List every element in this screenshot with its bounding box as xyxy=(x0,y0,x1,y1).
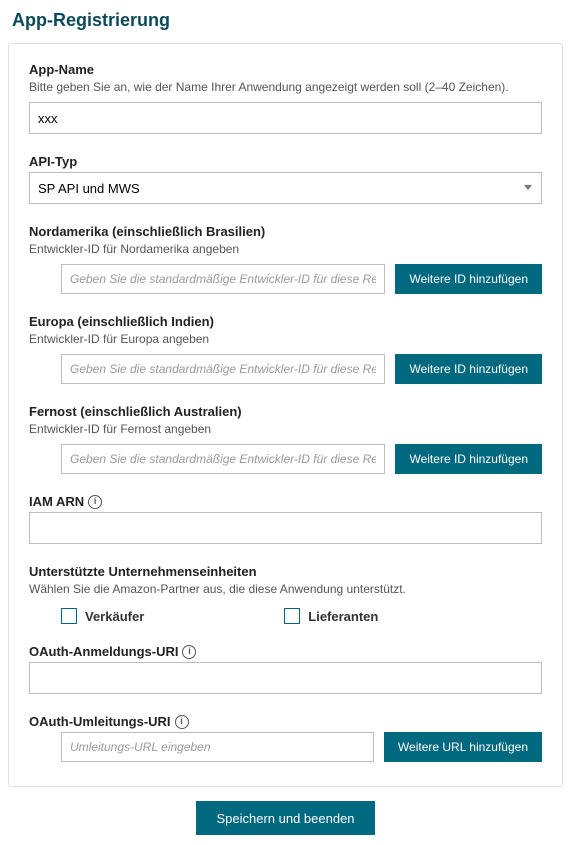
info-icon[interactable]: i xyxy=(175,715,189,729)
region-fe-input[interactable] xyxy=(61,444,385,474)
oauth-redirect-add-button[interactable]: Weitere URL hinzufügen xyxy=(384,732,542,762)
region-na-block: Nordamerika (einschließlich Brasilien) E… xyxy=(29,224,542,294)
footer: Speichern und beenden xyxy=(8,801,563,835)
app-name-block: App-Name Bitte geben Sie an, wie der Nam… xyxy=(29,62,542,134)
sellers-checkbox-item[interactable]: Verkäufer xyxy=(61,608,144,624)
region-fe-add-button[interactable]: Weitere ID hinzufügen xyxy=(395,444,542,474)
vendors-checkbox[interactable] xyxy=(284,608,300,624)
oauth-redirect-block: OAuth-Umleitungs-URI i Weitere URL hinzu… xyxy=(29,714,542,762)
oauth-login-block: OAuth-Anmeldungs-URI i xyxy=(29,644,542,694)
region-eu-help: Entwickler-ID für Europa angeben xyxy=(29,332,542,346)
entities-label: Unterstützte Unternehmenseinheiten xyxy=(29,564,542,579)
region-fe-help: Entwickler-ID für Fernost angeben xyxy=(29,422,542,436)
iam-arn-block: IAM ARN i xyxy=(29,494,542,544)
app-name-help: Bitte geben Sie an, wie der Name Ihrer A… xyxy=(29,80,542,94)
sellers-label: Verkäufer xyxy=(85,609,144,624)
iam-arn-input[interactable] xyxy=(29,512,542,544)
iam-arn-label: IAM ARN xyxy=(29,494,84,509)
region-eu-input[interactable] xyxy=(61,354,385,384)
region-eu-label: Europa (einschließlich Indien) xyxy=(29,314,542,329)
region-na-input[interactable] xyxy=(61,264,385,294)
form-card: App-Name Bitte geben Sie an, wie der Nam… xyxy=(8,43,563,787)
vendors-checkbox-item[interactable]: Lieferanten xyxy=(284,608,378,624)
api-type-block: API-Typ SP API und MWS xyxy=(29,154,542,204)
api-type-label: API-Typ xyxy=(29,154,542,169)
info-icon[interactable]: i xyxy=(182,645,196,659)
api-type-select[interactable]: SP API und MWS xyxy=(29,172,542,204)
entities-help: Wählen Sie die Amazon-Partner aus, die d… xyxy=(29,582,542,596)
page-title: App-Registrierung xyxy=(8,10,563,31)
oauth-redirect-input[interactable] xyxy=(61,732,374,762)
region-na-add-button[interactable]: Weitere ID hinzufügen xyxy=(395,264,542,294)
region-eu-add-button[interactable]: Weitere ID hinzufügen xyxy=(395,354,542,384)
app-name-input[interactable] xyxy=(29,102,542,134)
region-fe-label: Fernost (einschließlich Australien) xyxy=(29,404,542,419)
region-na-label: Nordamerika (einschließlich Brasilien) xyxy=(29,224,542,239)
save-button[interactable]: Speichern und beenden xyxy=(196,801,374,835)
vendors-label: Lieferanten xyxy=(308,609,378,624)
region-na-help: Entwickler-ID für Nordamerika angeben xyxy=(29,242,542,256)
region-eu-block: Europa (einschließlich Indien) Entwickle… xyxy=(29,314,542,384)
region-fe-block: Fernost (einschließlich Australien) Entw… xyxy=(29,404,542,474)
app-name-label: App-Name xyxy=(29,62,542,77)
oauth-login-label: OAuth-Anmeldungs-URI xyxy=(29,644,178,659)
sellers-checkbox[interactable] xyxy=(61,608,77,624)
oauth-redirect-label: OAuth-Umleitungs-URI xyxy=(29,714,171,729)
oauth-login-input[interactable] xyxy=(29,662,542,694)
info-icon[interactable]: i xyxy=(88,495,102,509)
entities-block: Unterstützte Unternehmenseinheiten Wähle… xyxy=(29,564,542,624)
